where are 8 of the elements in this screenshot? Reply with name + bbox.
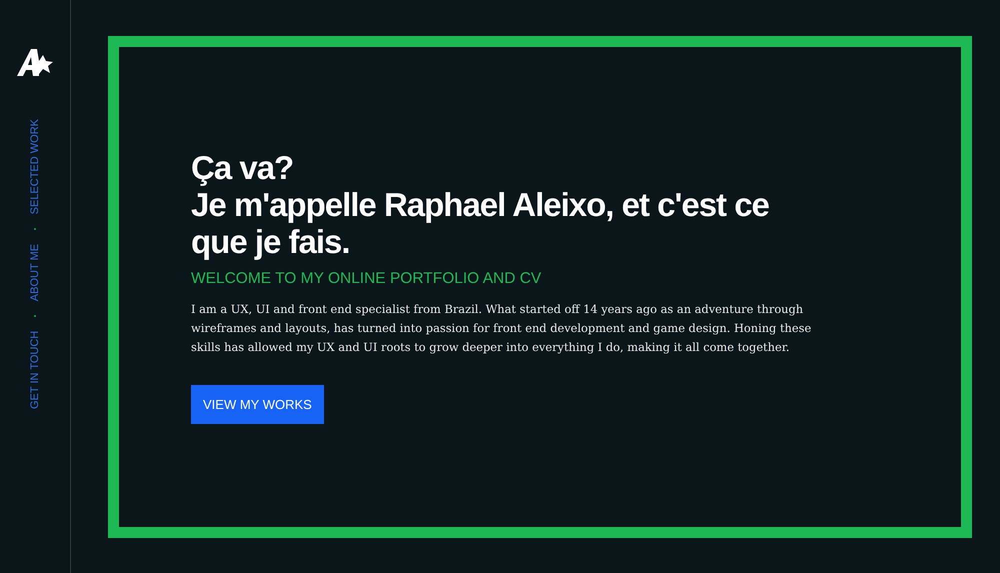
nav-link[interactable]: SELECTED WORK <box>29 119 41 214</box>
hero-heading: Ça va? Je m'appelle Raphael Aleixo, et c'est ce que je fais. <box>191 149 770 260</box>
logo-icon[interactable] <box>15 47 55 77</box>
subtitle: WELCOME TO MY ONLINE PORTFOLIO AND CV <box>191 270 542 288</box>
nav-link[interactable]: GET IN TOUCH <box>29 330 41 409</box>
intro-paragraph: I am a UX, UI and front end specialist from Brazil. What started off 14 years ago as an adventure through wireframes and layouts, has turned into passion for front end development and game design. Honing these skills has allowed my UX and UI roots to grow deeper into everything I do, making it all come together. <box>191 301 812 356</box>
view-works-button[interactable]: VIEW MY WORKS <box>191 385 324 424</box>
nav-link[interactable]: ABOUT ME <box>29 244 41 302</box>
